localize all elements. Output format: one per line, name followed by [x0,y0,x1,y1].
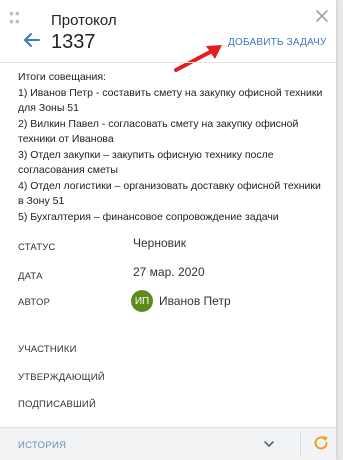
author-name: Иванов Петр [159,294,231,308]
add-task-button[interactable]: ДОБАВИТЬ ЗАДАЧУ [228,37,327,48]
chevron-down-icon[interactable] [262,437,276,451]
approver-label[interactable]: УТВЕРЖДАЮЩИЙ [18,372,105,383]
signer-label[interactable]: ПОДПИСАВШИЙ [18,399,96,410]
participants-label[interactable]: УЧАСТНИКИ [18,344,77,355]
protocol-panel: •• •• Протокол 1337 ДОБАВИТЬ ЗАДАЧУ Итоги… [0,0,336,460]
close-icon[interactable] [314,8,330,24]
arrow-left-icon[interactable] [22,30,42,50]
avatar: ИП [131,290,153,312]
notes-line: 5) Бухгалтерия – финансовое сопровождени… [18,210,279,223]
footer-bar: ИСТОРИЯ [0,427,336,460]
protocol-number: 1337 [51,31,96,53]
refresh-icon[interactable] [312,434,330,452]
drag-handle-icon[interactable]: •• •• [9,6,21,28]
header-divider [0,62,336,63]
notes-line: 2) Вилкин Павел - согласовать смету на з… [18,117,299,146]
notes-line: Итоги совещания: [18,71,106,83]
protocol-notes: Итоги совещания: 1) Иванов Петр - состав… [18,70,326,225]
status-value[interactable]: Черновик [133,236,186,250]
date-value[interactable]: 27 мар. 2020 [133,265,205,279]
history-tab[interactable]: ИСТОРИЯ [18,440,66,451]
author-chip[interactable]: ИП Иванов Петр [131,290,231,312]
footer-divider [300,432,301,456]
page-title: Протокол [51,12,117,29]
notes-line: 1) Иванов Петр - составить смету на заку… [18,86,323,115]
date-label: ДАТА [18,271,43,282]
status-label: СТАТУС [18,242,56,253]
author-label: АВТОР [18,297,51,308]
notes-line: 3) Отдел закупки – закупить офисную техн… [18,148,274,177]
notes-line: 4) Отдел логистики – организовать достав… [18,179,321,208]
